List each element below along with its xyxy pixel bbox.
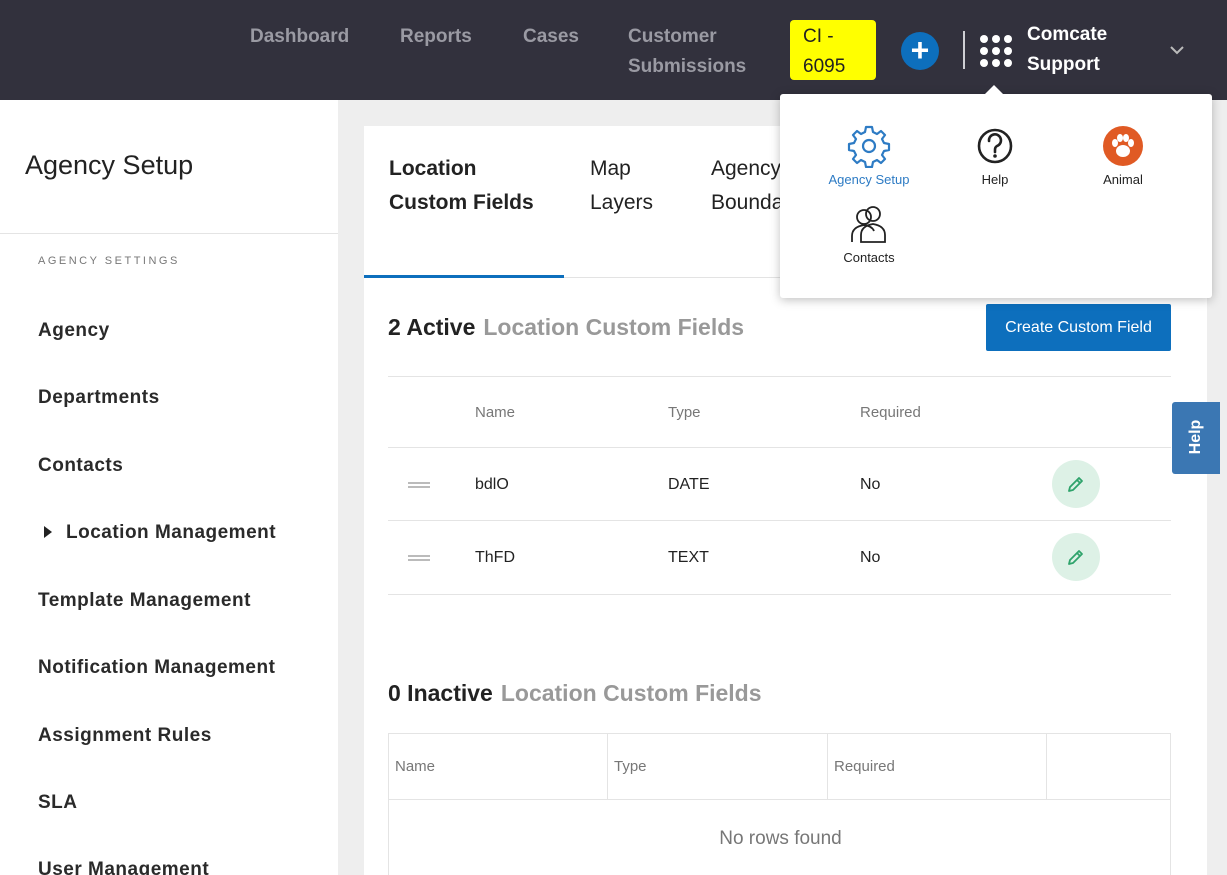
row-type: DATE	[668, 476, 710, 493]
active-tab-indicator	[364, 275, 564, 278]
inactive-header-divider	[389, 799, 1170, 800]
menu-item-label: Contacts	[843, 250, 895, 265]
active-count: 2 Active	[388, 314, 476, 340]
menu-item-label: Help	[981, 172, 1009, 187]
tab-label-line1: Location	[389, 157, 477, 180]
question-icon	[977, 128, 1013, 164]
nav-reports[interactable]: Reports	[400, 22, 472, 52]
dropdown-arrow	[984, 85, 1004, 95]
sidebar-divider	[0, 233, 338, 234]
empty-state-text: No rows found	[719, 828, 842, 849]
active-sublabel: Location Custom Fields	[483, 314, 745, 340]
tab-location-custom-fields[interactable]: Location Custom Fields	[389, 152, 534, 220]
contacts-icon	[851, 206, 886, 243]
inactive-section-heading: 0 Inactive Location Custom Fields	[388, 680, 762, 707]
edit-button[interactable]	[1052, 460, 1100, 508]
menu-item-agency-setup[interactable]: Agency Setup	[814, 124, 924, 187]
column-header-name[interactable]: Name	[389, 734, 608, 799]
topbar-divider	[963, 31, 965, 69]
apps-dropdown-menu: Agency Setup Help Animal Contacts	[780, 85, 1212, 298]
menu-item-label: Animal	[1103, 172, 1143, 187]
drag-handle-icon[interactable]	[408, 555, 430, 561]
sidebar-item-departments[interactable]: Departments	[38, 387, 160, 409]
tab-label-line2: Bounda	[711, 191, 784, 214]
paw-icon	[1103, 126, 1143, 166]
top-navigation-bar: Dashboard Reports Cases Customer Submiss…	[0, 0, 1227, 100]
tab-map-layers[interactable]: Map Layers	[590, 152, 653, 220]
nav-cases[interactable]: Cases	[523, 22, 579, 52]
active-section-heading: 2 Active Location Custom Fields	[388, 314, 744, 341]
column-header-name[interactable]: Name	[475, 404, 515, 421]
gear-icon	[847, 125, 891, 168]
sidebar-item-label: Location Management	[66, 522, 277, 543]
help-tab-label: Help	[1187, 419, 1204, 455]
drag-handle-icon[interactable]	[408, 482, 430, 488]
table-row-divider	[388, 520, 1171, 521]
column-header-type[interactable]: Type	[608, 734, 828, 799]
sidebar-title: Agency Setup	[25, 150, 194, 180]
sidebar-item-contacts[interactable]: Contacts	[38, 455, 123, 477]
column-header-required[interactable]: Required	[828, 734, 1047, 799]
row-name: bdlO	[475, 476, 509, 493]
menu-item-help[interactable]: Help	[940, 124, 1050, 187]
menu-item-label: Agency Setup	[828, 172, 910, 187]
sidebar-item-template-management[interactable]: Template Management	[38, 590, 251, 612]
sidebar-item-location-management[interactable]: Location Management	[38, 522, 276, 544]
plus-icon: +	[910, 32, 930, 68]
sidebar-item-notification-management[interactable]: Notification Management	[38, 657, 275, 679]
pencil-icon	[1068, 477, 1083, 492]
help-side-tab[interactable]: Help	[1172, 402, 1220, 474]
row-required: No	[860, 549, 881, 566]
menu-item-contacts[interactable]: Contacts	[814, 202, 924, 265]
nav-dashboard[interactable]: Dashboard	[250, 22, 349, 52]
pencil-icon	[1068, 550, 1083, 565]
tab-label-line1: Agency	[711, 157, 782, 180]
table-bottom-divider	[388, 594, 1171, 595]
menu-item-animal[interactable]: Animal	[1068, 124, 1178, 187]
environment-badge: CI - 6095	[790, 20, 876, 80]
nav-customer-submissions[interactable]: Customer Submissions	[628, 22, 748, 82]
sidebar-item-assignment-rules[interactable]: Assignment Rules	[38, 725, 212, 747]
inactive-count: 0 Inactive	[388, 680, 493, 706]
add-button[interactable]: +	[901, 32, 939, 70]
table-top-divider	[388, 376, 1171, 377]
tab-label-line2: Layers	[590, 191, 654, 214]
row-type: TEXT	[668, 549, 709, 566]
chevron-down-icon[interactable]	[1170, 42, 1184, 58]
edit-button[interactable]	[1052, 533, 1100, 581]
row-name: ThFD	[475, 549, 515, 566]
column-header-required[interactable]: Required	[860, 404, 921, 421]
inactive-table: Name Type Required No rows found	[388, 733, 1171, 875]
caret-right-icon	[44, 525, 52, 538]
sidebar-item-agency[interactable]: Agency	[38, 320, 110, 342]
create-custom-field-button[interactable]: Create Custom Field	[986, 304, 1171, 351]
inactive-sublabel: Location Custom Fields	[500, 680, 762, 706]
row-required: No	[860, 476, 881, 493]
column-header-type[interactable]: Type	[668, 404, 701, 421]
tab-agency-boundary[interactable]: Agency Bounda	[711, 152, 783, 220]
user-name[interactable]: Comcate Support	[1027, 20, 1137, 80]
grid-icon[interactable]	[980, 35, 1012, 67]
tab-label-line1: Map	[590, 157, 631, 180]
table-header-divider	[388, 447, 1171, 448]
sidebar-section-label: AGENCY SETTINGS	[38, 255, 180, 267]
sidebar-item-sla[interactable]: SLA	[38, 792, 78, 814]
sidebar-item-user-management[interactable]: User Management	[38, 859, 209, 875]
tab-label-line2: Custom Fields	[389, 191, 534, 214]
sidebar: Agency Setup AGENCY SETTINGS Agency Depa…	[0, 100, 338, 875]
